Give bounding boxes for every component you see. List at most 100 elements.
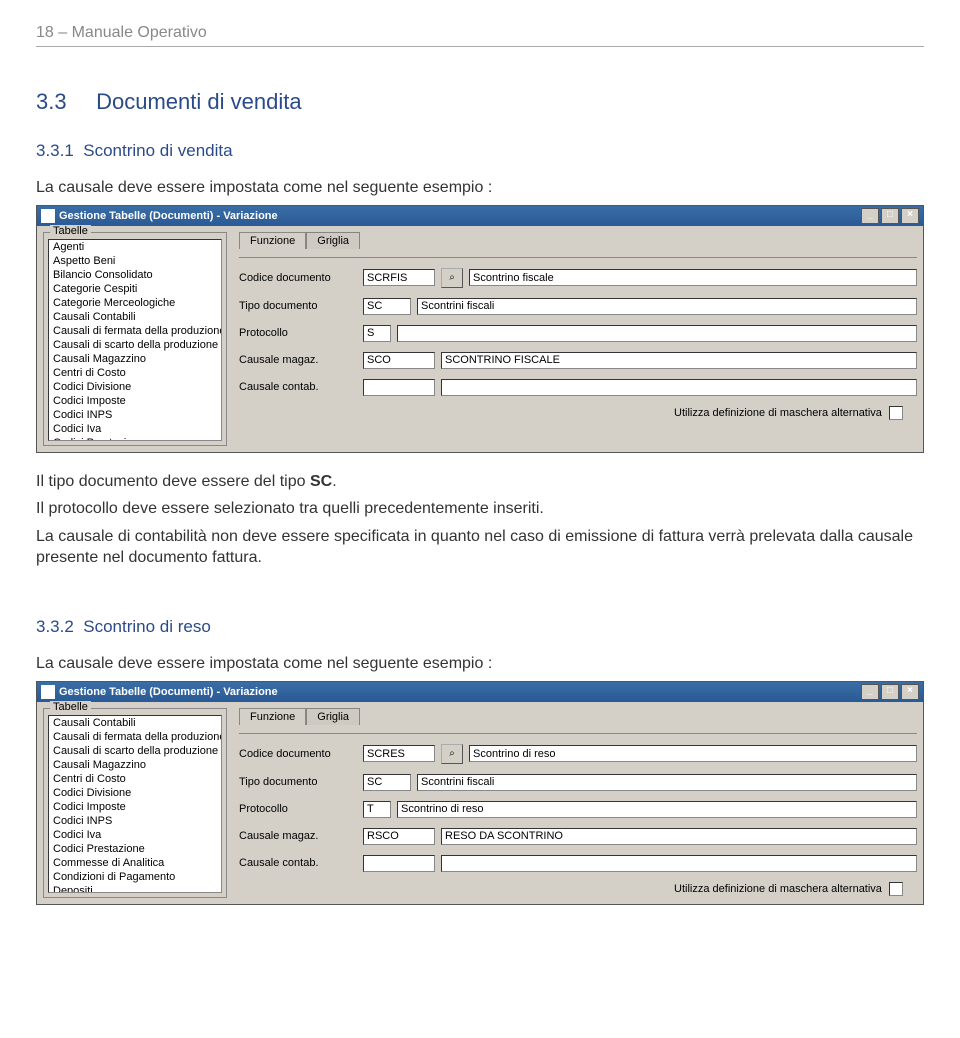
- subsection-title: Scontrino di vendita: [83, 141, 232, 160]
- search-icon: ⌕: [449, 748, 455, 759]
- codice-documento-input[interactable]: SCRFIS: [363, 269, 435, 286]
- label-tipo: Tipo documento: [239, 300, 357, 312]
- list-item[interactable]: Causali di scarto della produzione: [49, 744, 221, 758]
- app-icon: [41, 685, 55, 699]
- list-item[interactable]: Codici Iva: [49, 422, 221, 436]
- titlebar[interactable]: Gestione Tabelle (Documenti) - Variazion…: [37, 206, 923, 226]
- list-item[interactable]: Causali Magazzino: [49, 758, 221, 772]
- note-line-2: Il protocollo deve essere selezionato tr…: [36, 498, 924, 520]
- causale-magaz-input[interactable]: SCO: [363, 352, 435, 369]
- list-item[interactable]: Codici Prestazione: [49, 842, 221, 856]
- note-line-3: La causale di contabilità non deve esser…: [36, 526, 924, 569]
- causale-contab-input[interactable]: [363, 855, 435, 872]
- close-button[interactable]: ×: [901, 684, 919, 700]
- mask-checkbox[interactable]: [889, 406, 903, 420]
- section-heading: 3.3 Documenti di vendita: [36, 89, 924, 115]
- titlebar[interactable]: Gestione Tabelle (Documenti) - Variazion…: [37, 682, 923, 702]
- mask-label: Utilizza definizione di maschera alterna…: [674, 882, 882, 894]
- codice-documento-input[interactable]: SCRES: [363, 745, 435, 762]
- subsection-heading-2: 3.3.2 Scontrino di reso: [36, 617, 924, 637]
- list-item[interactable]: Commesse di Analitica: [49, 856, 221, 870]
- causale-contab-input[interactable]: [363, 379, 435, 396]
- section-number: 3.3: [36, 89, 90, 115]
- tab-griglia[interactable]: Griglia: [306, 232, 360, 249]
- codice-documento-desc[interactable]: Scontrino di reso: [469, 745, 917, 762]
- tab-funzione[interactable]: Funzione: [239, 232, 306, 249]
- protocollo-desc[interactable]: [397, 325, 917, 342]
- protocollo-input[interactable]: S: [363, 325, 391, 342]
- causale-magaz-desc[interactable]: RESO DA SCONTRINO: [441, 828, 917, 845]
- sidebar-legend: Tabelle: [50, 225, 91, 237]
- minimize-button[interactable]: _: [861, 684, 879, 700]
- causale-magaz-input[interactable]: RSCO: [363, 828, 435, 845]
- causale-contab-desc[interactable]: [441, 379, 917, 396]
- list-item[interactable]: Causali di fermata della produzione: [49, 730, 221, 744]
- lookup-button[interactable]: ⌕: [441, 744, 463, 764]
- dialog-title: Gestione Tabelle (Documenti) - Variazion…: [59, 686, 278, 698]
- tab-funzione[interactable]: Funzione: [239, 708, 306, 725]
- list-item[interactable]: Codici Prestazione: [49, 436, 221, 441]
- list-item[interactable]: Causali Magazzino: [49, 352, 221, 366]
- list-item[interactable]: Codici Imposte: [49, 394, 221, 408]
- list-item[interactable]: Causali di fermata della produzione: [49, 324, 221, 338]
- minimize-button[interactable]: _: [861, 208, 879, 224]
- page-number: 18: [36, 24, 54, 41]
- sidebar-legend: Tabelle: [50, 701, 91, 713]
- subsection-number: 3.3.2: [36, 617, 74, 636]
- list-item[interactable]: Agenti: [49, 240, 221, 254]
- tipo-documento-input[interactable]: SC: [363, 774, 411, 791]
- label-tipo: Tipo documento: [239, 776, 357, 788]
- intro-text-1: La causale deve essere impostata come ne…: [36, 177, 924, 199]
- list-item[interactable]: Categorie Merceologiche: [49, 296, 221, 310]
- search-icon: ⌕: [449, 272, 455, 283]
- manual-name: Manuale Operativo: [72, 24, 207, 41]
- causale-contab-desc[interactable]: [441, 855, 917, 872]
- protocollo-input[interactable]: T: [363, 801, 391, 818]
- list-item[interactable]: Centri di Costo: [49, 366, 221, 380]
- app-icon: [41, 209, 55, 223]
- list-item[interactable]: Causali Contabili: [49, 310, 221, 324]
- list-item[interactable]: Aspetto Beni: [49, 254, 221, 268]
- mask-checkbox[interactable]: [889, 882, 903, 896]
- list-item[interactable]: Centri di Costo: [49, 772, 221, 786]
- tipo-documento-input[interactable]: SC: [363, 298, 411, 315]
- list-item[interactable]: Causali Contabili: [49, 716, 221, 730]
- list-item[interactable]: Bilancio Consolidato: [49, 268, 221, 282]
- mask-row: Utilizza definizione di maschera alterna…: [239, 882, 917, 896]
- subsection-number: 3.3.1: [36, 141, 74, 160]
- label-codice: Codice documento: [239, 272, 357, 284]
- list-item[interactable]: Codici INPS: [49, 814, 221, 828]
- label-codice: Codice documento: [239, 748, 357, 760]
- tipo-documento-desc[interactable]: Scontrini fiscali: [417, 298, 917, 315]
- maximize-button[interactable]: □: [881, 684, 899, 700]
- tables-listbox[interactable]: AgentiAspetto BeniBilancio ConsolidatoCa…: [48, 239, 222, 441]
- label-protocollo: Protocollo: [239, 327, 357, 339]
- list-item[interactable]: Codici INPS: [49, 408, 221, 422]
- list-item[interactable]: Causali di scarto della produzione: [49, 338, 221, 352]
- tab-griglia[interactable]: Griglia: [306, 708, 360, 725]
- intro-text-2: La causale deve essere impostata come ne…: [36, 653, 924, 675]
- causale-magaz-desc[interactable]: SCONTRINO FISCALE: [441, 352, 917, 369]
- close-button[interactable]: ×: [901, 208, 919, 224]
- list-item[interactable]: Depositi: [49, 884, 221, 893]
- dialog-window-2: Gestione Tabelle (Documenti) - Variazion…: [36, 681, 924, 905]
- note-line-1: Il tipo documento deve essere del tipo S…: [36, 471, 924, 493]
- maximize-button[interactable]: □: [881, 208, 899, 224]
- list-item[interactable]: Codici Divisione: [49, 786, 221, 800]
- tipo-documento-desc[interactable]: Scontrini fiscali: [417, 774, 917, 791]
- dialog-window-1: Gestione Tabelle (Documenti) - Variazion…: [36, 205, 924, 453]
- lookup-button[interactable]: ⌕: [441, 268, 463, 288]
- label-contab: Causale contab.: [239, 857, 357, 869]
- list-item[interactable]: Codici Imposte: [49, 800, 221, 814]
- section-title: Documenti di vendita: [96, 89, 301, 114]
- list-item[interactable]: Codici Divisione: [49, 380, 221, 394]
- label-contab: Causale contab.: [239, 381, 357, 393]
- subsection-title: Scontrino di reso: [83, 617, 211, 636]
- protocollo-desc[interactable]: Scontrino di reso: [397, 801, 917, 818]
- list-item[interactable]: Categorie Cespiti: [49, 282, 221, 296]
- list-item[interactable]: Condizioni di Pagamento: [49, 870, 221, 884]
- list-item[interactable]: Codici Iva: [49, 828, 221, 842]
- codice-documento-desc[interactable]: Scontrino fiscale: [469, 269, 917, 286]
- tables-listbox[interactable]: Causali ContabiliCausali di fermata dell…: [48, 715, 222, 893]
- label-magaz: Causale magaz.: [239, 354, 357, 366]
